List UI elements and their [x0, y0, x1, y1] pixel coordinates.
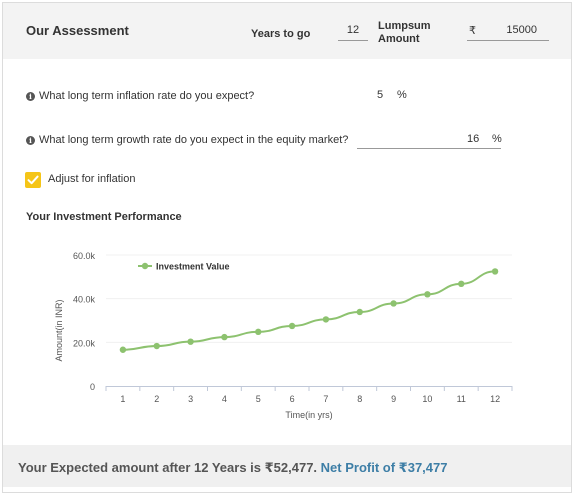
rupee-icon: ₹ [469, 25, 476, 37]
data-point [491, 268, 499, 275]
inflation-rate-input[interactable]: 5 [369, 86, 391, 104]
y-tick-label: 0 [90, 382, 95, 392]
series-line [122, 270, 496, 351]
data-point [153, 342, 160, 350]
x-tick-label: 6 [290, 394, 295, 404]
x-tick-label: 5 [256, 394, 261, 404]
investment-performance-chart: 020.0k40.0k60.0k1 2 3 4 5 6 7 8 9 10 11 12Time(in y… [54, 251, 513, 420]
data-point [390, 300, 397, 307]
x-tick-label: 12 [490, 394, 500, 404]
x-axis-title: Time(in yrs) [285, 410, 332, 420]
y-tick-label: 60.0k [73, 251, 96, 261]
growth-question-text: What long term growth rate do you expect… [39, 134, 349, 146]
data-point [458, 280, 465, 288]
growth-question: i What long term growth rate do you expec… [26, 134, 348, 146]
x-tick-label: 7 [323, 394, 328, 404]
years-to-go-value: 12 [346, 24, 360, 36]
chart-axes: 020.0k40.0k60.0k1 2 3 4 5 6 7 8 9 10 11 12Time(in y… [54, 251, 513, 420]
lumpsum-label-line2: Amount [378, 33, 420, 45]
net-profit-text: Net Profit of ₹37,477 [320, 460, 448, 475]
y-tick-label: 40.0k [73, 295, 96, 305]
y-tick-label: 20.0k [73, 338, 96, 348]
growth-unit: % [492, 133, 502, 145]
inflation-rate-value: 5 [376, 89, 384, 101]
inflation-unit: % [397, 89, 407, 101]
lumpsum-amount-value: 15000 [506, 24, 537, 36]
data-point [221, 333, 228, 341]
expected-amount-text: Your Expected amount after 12 Years is ₹… [18, 460, 318, 475]
data-point [119, 346, 127, 353]
result-footer: Your Expected amount after 12 Years is ₹… [3, 445, 571, 487]
data-point [322, 316, 330, 323]
adjust-inflation-label: Adjust for inflation [48, 173, 136, 185]
data-point [288, 322, 296, 330]
y-axis-title: Amount(in INR) [54, 299, 64, 361]
header-title: Our Assessment [26, 23, 129, 38]
years-to-go-label: Years to go [251, 28, 311, 40]
assessment-header: Our Assessment Years to go 12 Lumpsum Am… [3, 3, 571, 59]
legend-marker [141, 262, 149, 270]
lumpsum-amount-input[interactable]: ₹ 15000 [467, 24, 549, 41]
data-point [424, 291, 431, 298]
lumpsum-label: Lumpsum Amount [378, 20, 431, 46]
result-text: Your Expected amount after 12 Years is ₹… [18, 460, 447, 476]
x-tick-label: 4 [222, 394, 227, 404]
lumpsum-label-line1: Lumpsum [378, 20, 431, 32]
x-tick-label: 3 [188, 394, 193, 404]
inflation-question-text: What long term inflation rate do you exp… [39, 90, 255, 102]
info-icon: i [26, 92, 35, 101]
data-point [356, 308, 363, 316]
assessment-card: Our Assessment Years to go 12 Lumpsum Am… [2, 2, 572, 493]
growth-rate-input[interactable]: 16 % [357, 130, 502, 149]
x-tick-label: 9 [391, 394, 396, 404]
checkmark-icon [27, 175, 39, 185]
data-point [187, 338, 194, 345]
inflation-question: i What long term inflation rate do you ex… [26, 90, 254, 102]
years-to-go-input[interactable]: 12 [338, 24, 368, 41]
x-tick-label: 10 [422, 394, 432, 404]
info-icon: i [26, 136, 35, 145]
x-tick-label: 8 [357, 394, 362, 404]
legend-label: Investment Value [156, 262, 230, 272]
growth-rate-value: 16 [467, 133, 480, 145]
x-tick-label: 1 [120, 394, 125, 404]
data-point [255, 328, 262, 336]
x-tick-label: 2 [154, 394, 159, 404]
chart-marks: Investment Value [119, 262, 499, 353]
x-tick-label: 11 [457, 394, 466, 404]
adjust-inflation-checkbox[interactable] [25, 172, 41, 188]
performance-title: Your Investment Performance [26, 211, 182, 223]
